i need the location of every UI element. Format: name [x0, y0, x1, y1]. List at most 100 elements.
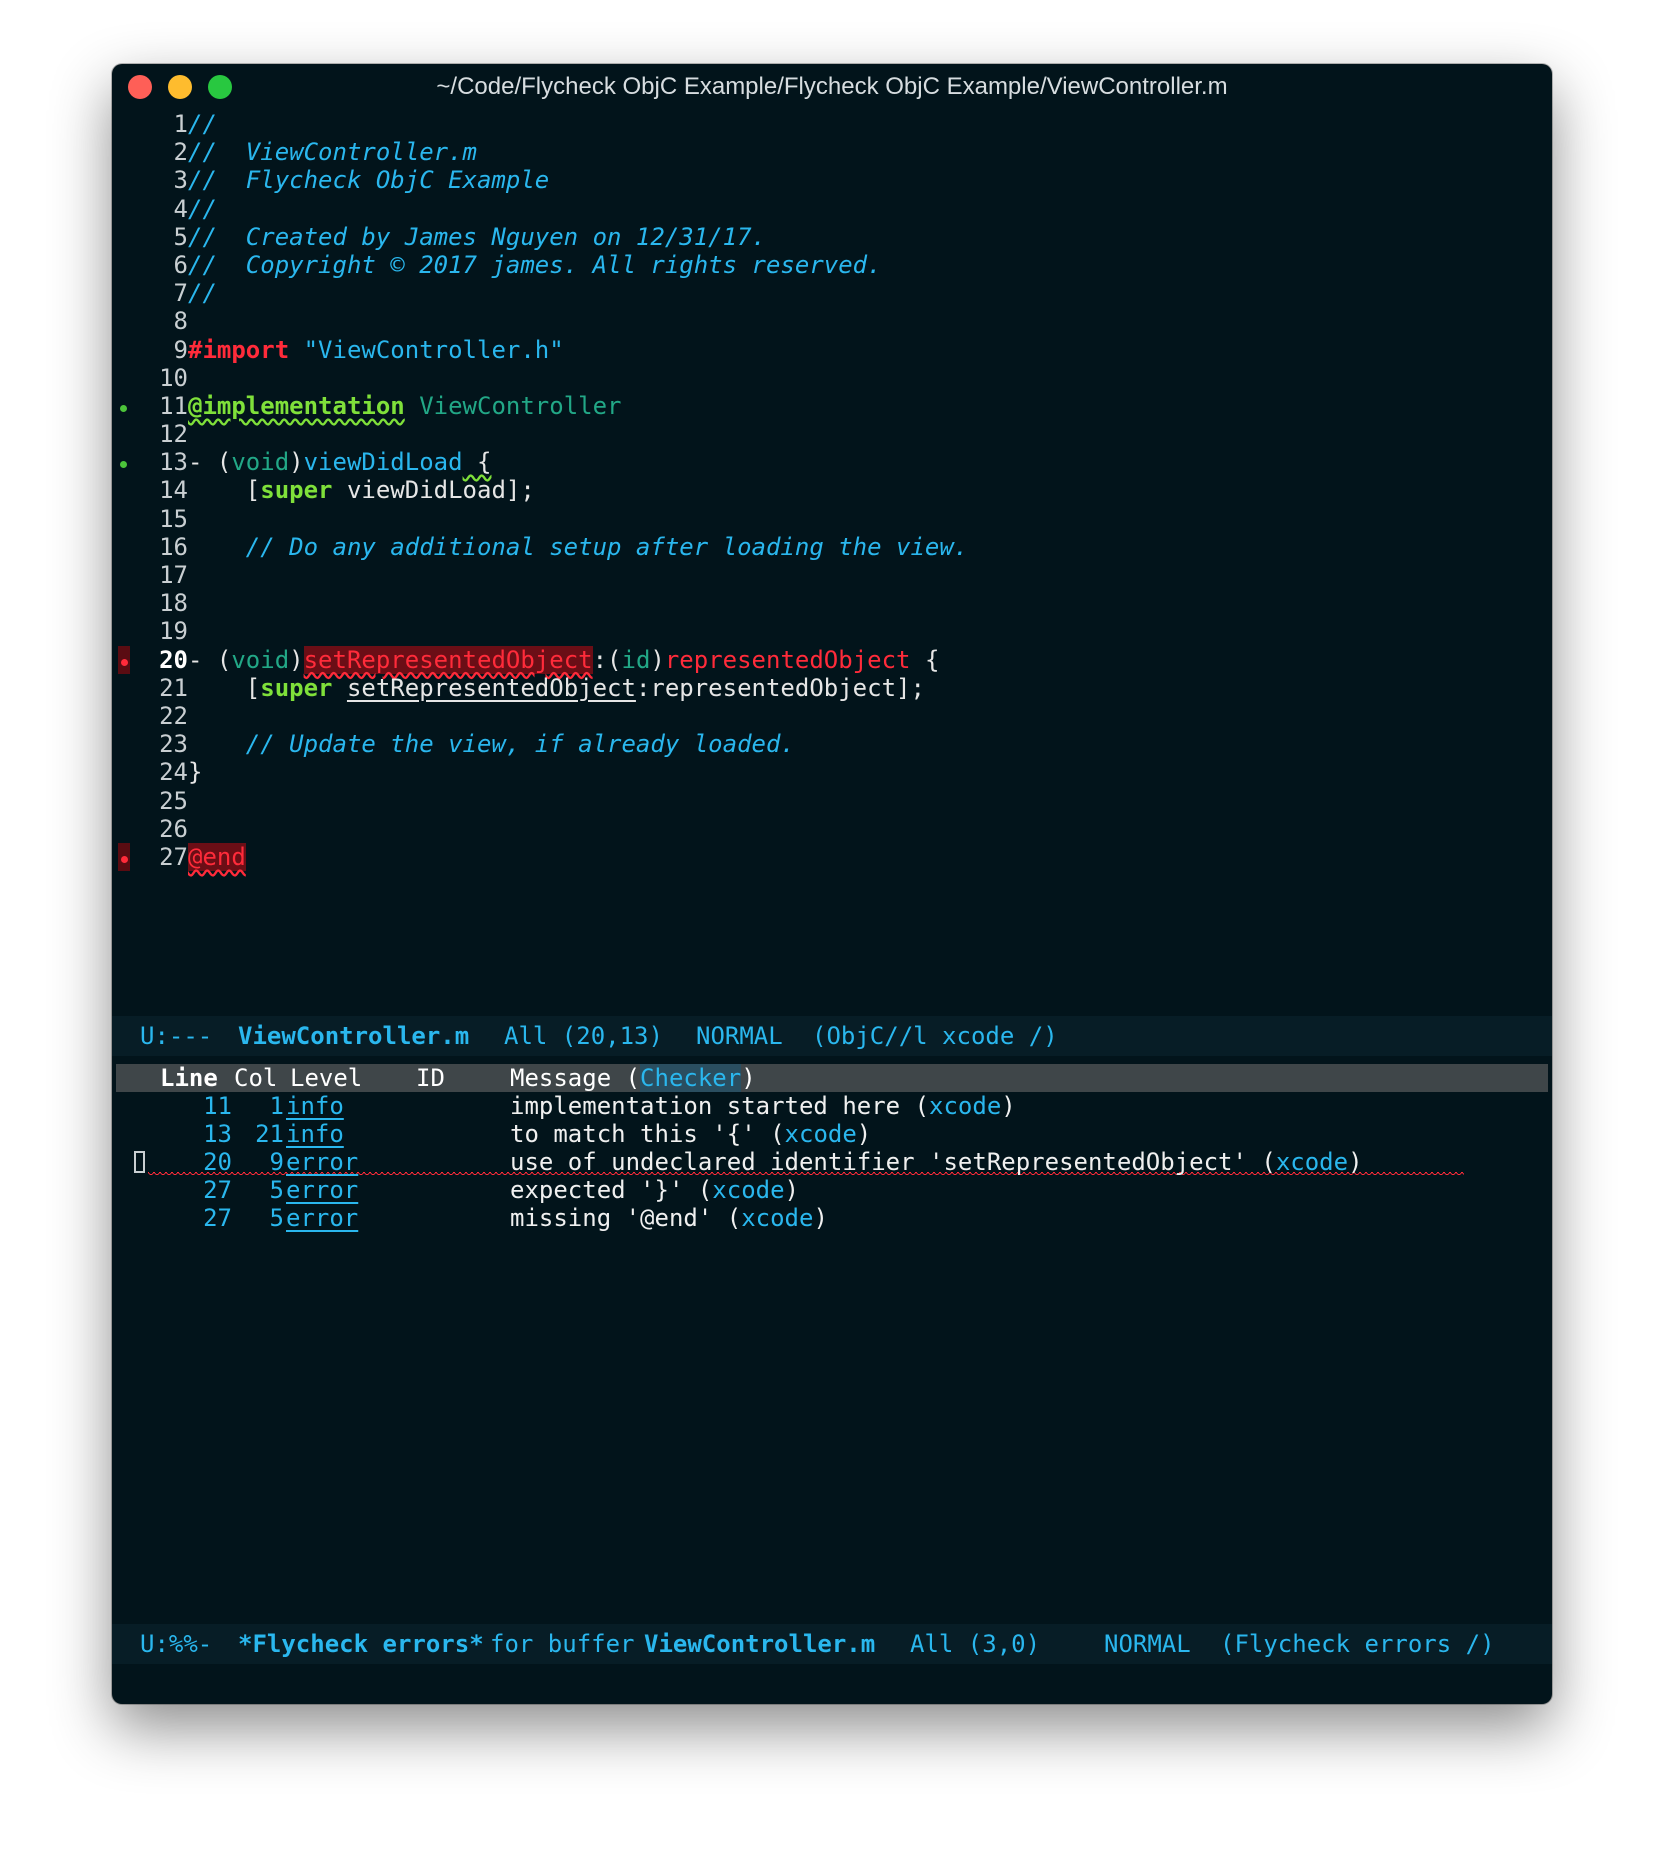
code-line: 27 @end: [112, 842, 1552, 871]
close-button[interactable]: [128, 75, 152, 99]
line-number: 11: [159, 391, 188, 420]
error-line: 11: [203, 1092, 232, 1120]
error-marker-icon[interactable]: [118, 842, 130, 871]
code-line: 21 [super setRepresentedObject:represent…: [112, 674, 1552, 702]
message-close: ): [856, 1120, 872, 1148]
modeline-position: All (20,13): [504, 1022, 663, 1050]
error-row-selected[interactable]: 20 9 error use of undeclared identifier …: [112, 1148, 1552, 1177]
code-line: 20- (void)setRepresentedObject:(id)repre…: [112, 645, 1552, 674]
modeline-errors[interactable]: U:%%- *Flycheck errors* for buffer ViewC…: [112, 1624, 1552, 1664]
code-comment: // Update the view, if already loaded.: [188, 730, 795, 759]
code-text: [super setRepresentedObject:representedO…: [188, 674, 925, 702]
editor-window: ~/Code/Flycheck ObjC Example/Flycheck Ob…: [112, 64, 1552, 1704]
code-line: 26: [112, 815, 1552, 843]
error-line: 27: [203, 1176, 232, 1204]
checker-name: xcode: [712, 1176, 785, 1204]
line-number: 14: [159, 476, 188, 505]
code-text: - (void)viewDidLoad {: [188, 448, 491, 476]
error-row[interactable]: 11 1 info implementation started here (x…: [112, 1092, 1552, 1120]
message-text: implementation started here (: [510, 1092, 930, 1120]
line-number: 12: [159, 420, 188, 449]
code-line: 12: [112, 420, 1552, 448]
error-level[interactable]: info: [286, 1120, 344, 1148]
import-file: "ViewController.h": [303, 335, 564, 364]
code-punctuation: ): [650, 645, 665, 674]
code-punctuation: ): [289, 645, 304, 674]
error-line: 27: [203, 1204, 232, 1232]
line-number: 19: [159, 617, 188, 646]
line-number: 26: [159, 814, 188, 843]
info-marker-icon[interactable]: [118, 392, 130, 420]
modeline-evil-state: NORMAL: [696, 1022, 783, 1050]
error-marker-icon[interactable]: [118, 645, 130, 674]
line-number: 17: [159, 561, 188, 589]
end-keyword: @end: [188, 842, 246, 871]
error-message: use of undeclared identifier 'setReprese…: [510, 1148, 1363, 1176]
header-level[interactable]: Level: [290, 1064, 362, 1092]
checker-name: xcode: [741, 1204, 814, 1232]
code-line: 9 #import "ViewController.h": [112, 336, 1552, 364]
code-text: - (void)setRepresentedObject:(id)represe…: [188, 645, 939, 674]
line-number: 8: [173, 307, 188, 336]
header-message[interactable]: Message (Checker): [510, 1064, 756, 1092]
error-message: expected '}' (xcode): [510, 1176, 799, 1204]
code-line: 22: [112, 702, 1552, 730]
method-call: setRepresentedObject: [346, 673, 636, 702]
header-id[interactable]: ID: [416, 1064, 445, 1092]
code-comment: // Copyright © 2017 james. All rights re…: [188, 250, 882, 279]
error-level[interactable]: error: [286, 1204, 358, 1232]
method-name: setRepresentedObject: [303, 645, 593, 674]
line-number: 21: [159, 673, 188, 702]
error-col: 21: [255, 1120, 284, 1148]
cursor-icon: [134, 1151, 145, 1173]
code-line: 14 [super viewDidLoad];: [112, 476, 1552, 504]
code-comment: // Created by James Nguyen on 12/31/17.: [188, 222, 766, 251]
code-line: 17: [112, 561, 1552, 589]
header-message-label: Message (: [510, 1064, 641, 1092]
error-level[interactable]: error: [286, 1176, 358, 1204]
error-line: 13: [203, 1120, 232, 1148]
code-comment: //: [188, 194, 217, 223]
line-number: 20: [159, 645, 188, 674]
code-comment: //: [188, 110, 217, 138]
line-number: 15: [159, 504, 188, 533]
line-number: 16: [159, 532, 188, 561]
line-number: 1: [173, 110, 188, 138]
code-line: 18: [112, 589, 1552, 617]
error-row[interactable]: 13 21 info to match this '{' (xcode): [112, 1120, 1552, 1148]
header-line[interactable]: Line: [160, 1064, 218, 1092]
error-row[interactable]: 27 5 error missing '@end' (xcode): [112, 1204, 1552, 1232]
error-col: 1: [269, 1092, 284, 1120]
line-number: 9: [173, 335, 188, 364]
info-marker-icon[interactable]: [118, 448, 130, 476]
code-line: 13- (void)viewDidLoad {: [112, 448, 1552, 476]
param-type: id: [621, 645, 651, 674]
errors-table-header: Line Col Level ID Message (Checker): [116, 1064, 1548, 1092]
line-number: 22: [159, 701, 188, 730]
error-level[interactable]: info: [286, 1092, 344, 1120]
code-text: @implementation ViewController: [188, 392, 622, 420]
header-checker[interactable]: Checker: [640, 1064, 742, 1092]
class-name: ViewController: [419, 391, 622, 420]
modeline-state: U:---: [140, 1022, 213, 1050]
header-col[interactable]: Col: [234, 1064, 277, 1092]
code-punctuation: [: [188, 673, 261, 702]
code-text: @end: [188, 842, 246, 871]
modeline-buffer-name: ViewController.m: [238, 1022, 470, 1050]
modeline-editor[interactable]: U:--- ViewController.m All (20,13) NORMA…: [112, 1016, 1552, 1056]
error-row[interactable]: 27 5 error expected '}' (xcode): [112, 1176, 1552, 1204]
modeline-position: All (3,0): [910, 1630, 1041, 1658]
line-number: 7: [173, 279, 188, 308]
line-number: 5: [173, 222, 188, 251]
code-punctuation: ): [289, 448, 304, 477]
zoom-button[interactable]: [208, 75, 232, 99]
code-line: 19: [112, 617, 1552, 645]
error-message: implementation started here (xcode): [510, 1092, 1016, 1120]
code-buffer[interactable]: 1// 2// ViewController.m 3// Flycheck Ob…: [112, 110, 1552, 871]
minimize-button[interactable]: [168, 75, 192, 99]
code-line: 6// Copyright © 2017 james. All rights r…: [112, 251, 1552, 279]
modeline-major-mode: (Flycheck errors /): [1220, 1630, 1495, 1658]
code-line: 15: [112, 505, 1552, 533]
error-level[interactable]: error: [286, 1148, 358, 1176]
